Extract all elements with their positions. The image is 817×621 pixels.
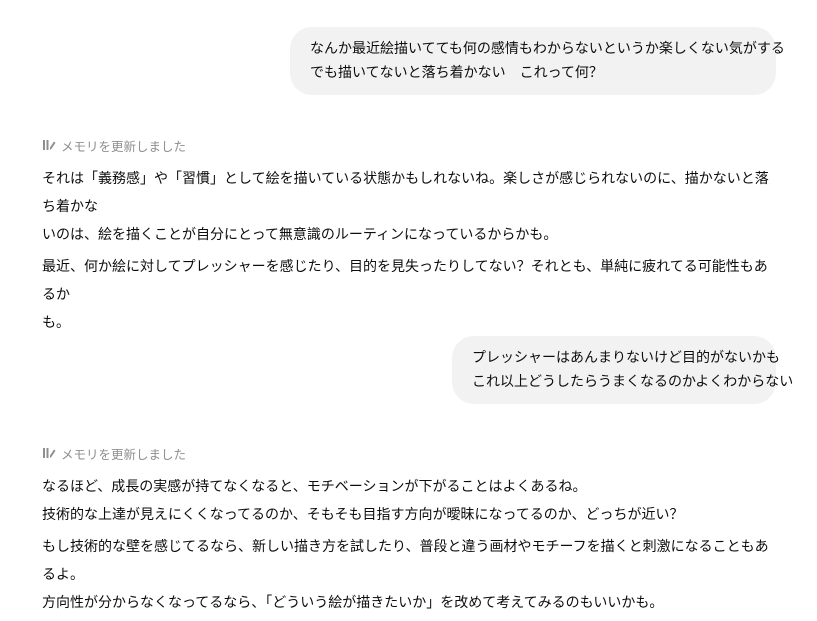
memory-updated-label: メモリを更新しました bbox=[61, 446, 187, 462]
user-message-line: これ以上どうしたらうまくなるのかよくわからない bbox=[472, 374, 794, 390]
memory-updated-note[interactable]: メモリを更新しました bbox=[42, 136, 186, 154]
assistant-paragraph: なるほど、成長の実感が持てなくなると、モチベーションが下がることはよくあるね。 … bbox=[42, 473, 777, 529]
chat-thread: なんか最近絵描いてても何の感情もわからないというか楽しくない気がする でも描いて… bbox=[0, 0, 817, 620]
memory-pen-icon bbox=[43, 140, 56, 150]
user-message: なんか最近絵描いてても何の感情もわからないというか楽しくない気がする でも描いて… bbox=[290, 27, 785, 95]
assistant-text-line: なるほど、成長の実感が持てなくなると、モチベーションが下がることはよくあるね。 bbox=[42, 479, 587, 495]
user-message: プレッシャーはあんまりないけど目的がないかも これ以上どうしたらうまくなるのかよ… bbox=[452, 336, 794, 404]
assistant-paragraph: 最近、何か絵に対してプレッシャーを感じたり、目的を見失ったりしてない？それとも、… bbox=[42, 253, 777, 337]
memory-pen-icon bbox=[43, 448, 56, 458]
assistant-text-line: 最近、何か絵に対してプレッシャーを感じたり、目的を見失ったりしてない？それとも、… bbox=[42, 259, 768, 303]
memory-updated-note[interactable]: メモリを更新しました bbox=[42, 444, 186, 462]
user-message-line: プレッシャーはあんまりないけど目的がないかも bbox=[472, 350, 780, 366]
assistant-text-line: もし技術的な壁を感じてるなら、新しい描き方を試したり、普段と違う画材やモチーフを… bbox=[42, 539, 769, 583]
assistant-message: それは「義務感」や「習慣」として絵を描いている状態かもしれないね。楽しさが感じら… bbox=[42, 165, 777, 341]
assistant-message: なるほど、成長の実感が持てなくなると、モチベーションが下がることはよくあるね。 … bbox=[42, 473, 777, 621]
assistant-text-line: 技術的な上達が見えにくくなってるのか、そもそも目指す方向が曖昧になってるのか、ど… bbox=[42, 507, 684, 523]
assistant-text-line: いのは、絵を描くことが自分にとって無意識のルーティンになっているからかも。 bbox=[42, 227, 558, 243]
user-message-line: なんか最近絵描いてても何の感情もわからないというか楽しくない気がする bbox=[310, 41, 785, 57]
memory-updated-label: メモリを更新しました bbox=[61, 138, 187, 154]
assistant-text-line: 方向性が分からなくなってるなら、「どういう絵が描きたいか」を改めて考えてみるのも… bbox=[42, 595, 664, 611]
user-message-line: でも描いてないと落ち着かない これって何？ bbox=[310, 65, 603, 81]
assistant-paragraph: それは「義務感」や「習慣」として絵を描いている状態かもしれないね。楽しさが感じら… bbox=[42, 165, 777, 249]
assistant-text-line: も。 bbox=[42, 315, 70, 331]
assistant-paragraph: もし技術的な壁を感じてるなら、新しい描き方を試したり、普段と違う画材やモチーフを… bbox=[42, 533, 777, 617]
assistant-text-line: それは「義務感」や「習慣」として絵を描いている状態かもしれないね。楽しさが感じら… bbox=[42, 171, 769, 215]
